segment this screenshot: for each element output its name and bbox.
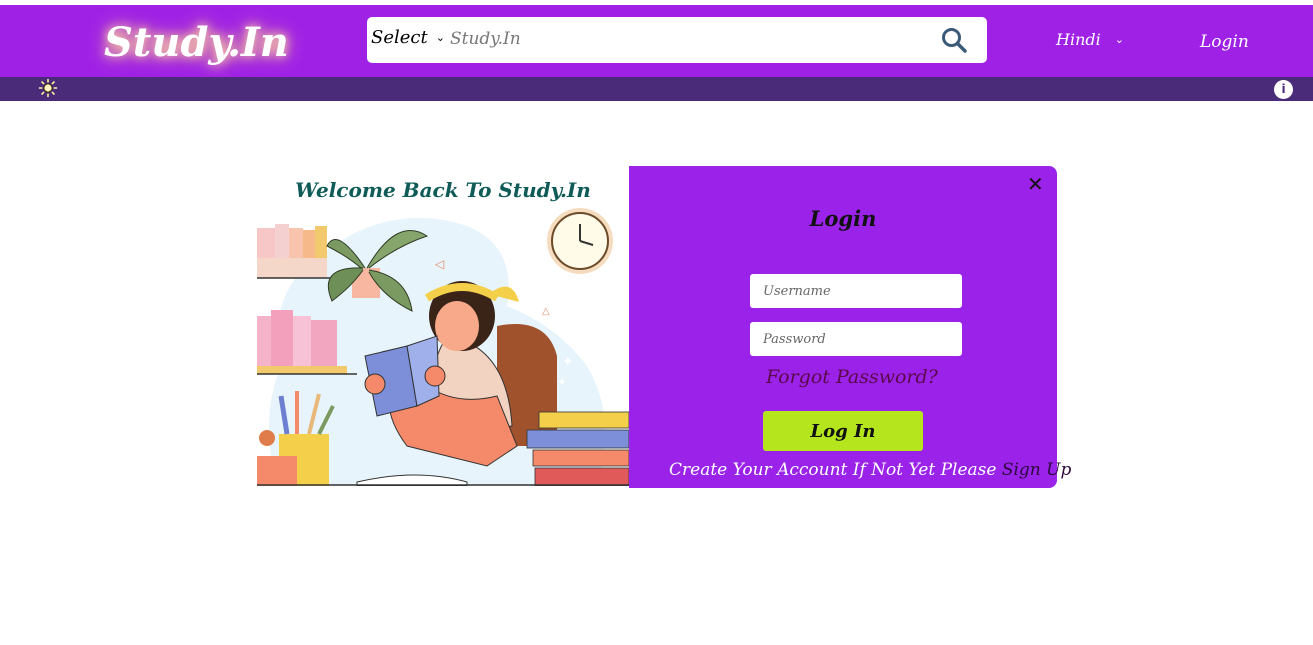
login-title: Login: [809, 206, 877, 231]
svg-text:✦: ✦: [557, 375, 567, 389]
info-icon[interactable]: i: [1274, 80, 1293, 99]
search-bar: Select ⌄ Study.In: [367, 17, 987, 63]
password-field[interactable]: [750, 322, 962, 356]
search-icon[interactable]: [940, 26, 968, 54]
chevron-down-icon: ⌄: [1114, 33, 1124, 46]
signup-prompt-text: Create Your Account If Not Yet Please: [669, 460, 997, 480]
svg-text:△: △: [542, 306, 550, 317]
welcome-heading: Welcome Back To Study.In: [295, 178, 591, 202]
svg-text:◁: ◁: [434, 257, 444, 271]
username-field[interactable]: [750, 274, 962, 308]
signup-link[interactable]: Sign Up: [1002, 460, 1072, 480]
sun-icon[interactable]: [38, 78, 58, 98]
student-reading-illustration: ✦ ✦ ◁ △: [257, 208, 629, 486]
signup-prompt: Create Your Account If Not Yet Please Si…: [669, 460, 1071, 480]
forgot-password-link[interactable]: Forgot Password?: [766, 366, 938, 388]
login-form-panel: ✕ Login Forgot Password? Log In Create Y…: [629, 166, 1071, 488]
svg-text:✦: ✦: [562, 354, 574, 370]
site-logo[interactable]: Study.In: [104, 19, 289, 66]
language-select[interactable]: Hindi ⌄: [1056, 30, 1124, 49]
login-button[interactable]: Log In: [763, 411, 923, 451]
login-illustration-panel: Welcome Back To Study.In ✦ ✦ ◁ △: [257, 166, 629, 486]
top-navbar: Study.In Select ⌄ Study.In Hindi ⌄ Login: [0, 5, 1313, 77]
search-input[interactable]: Study.In: [450, 29, 521, 49]
language-label: Hindi: [1056, 30, 1101, 49]
close-icon[interactable]: ✕: [1027, 172, 1044, 196]
nav-login-link[interactable]: Login: [1200, 32, 1249, 52]
search-category-select[interactable]: Select ⌄: [371, 27, 445, 48]
chevron-down-icon: ⌄: [435, 31, 445, 44]
search-select-label: Select: [371, 27, 428, 48]
sub-toolbar: i: [0, 77, 1313, 101]
